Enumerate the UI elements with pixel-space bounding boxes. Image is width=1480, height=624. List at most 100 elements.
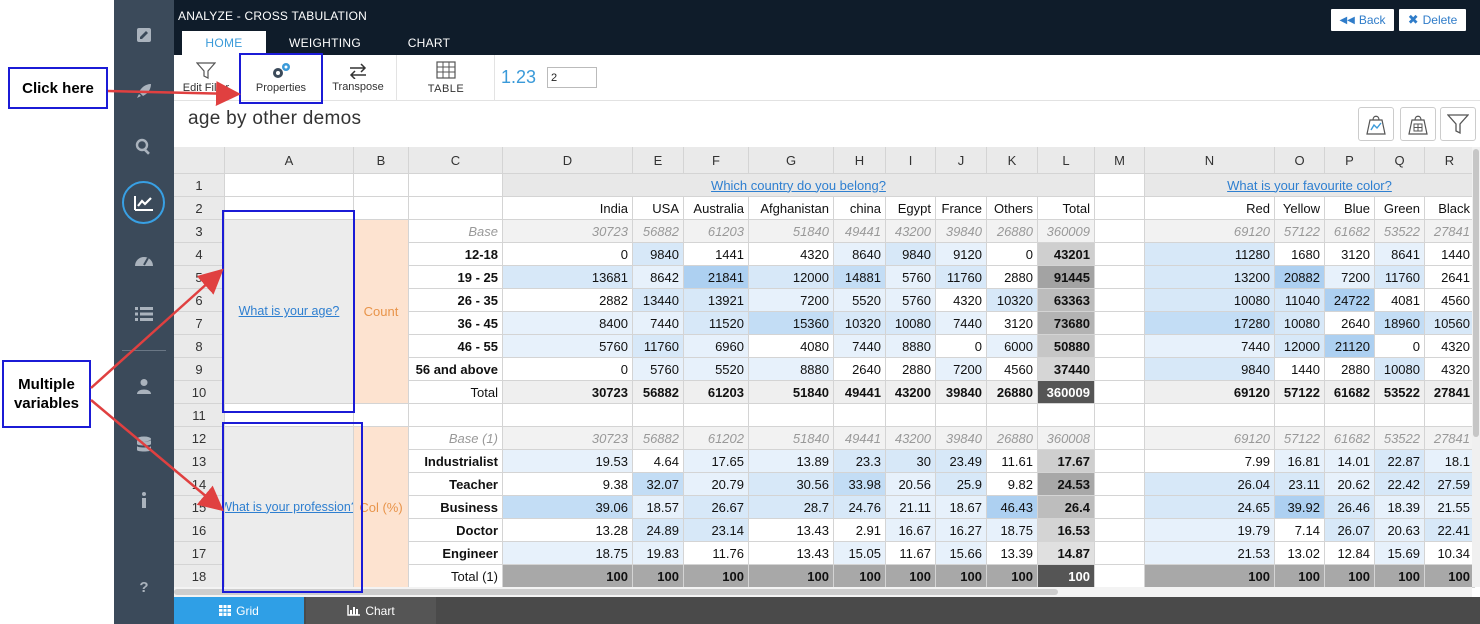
grid-cell [1095, 197, 1145, 220]
row-header-17[interactable]: 17 [174, 542, 225, 565]
column-header-L[interactable]: L [1038, 147, 1095, 174]
value-cell: 1441 [684, 243, 749, 266]
value-cell: 4320 [749, 243, 834, 266]
column-header-B[interactable]: B [354, 147, 409, 174]
value-cell: 27841 [1425, 427, 1475, 450]
column-header-C[interactable]: C [409, 147, 503, 174]
row-header-3[interactable]: 3 [174, 220, 225, 243]
row-header-15[interactable]: 15 [174, 496, 225, 519]
column-header-G[interactable]: G [749, 147, 834, 174]
grid-cell [1095, 381, 1145, 404]
ribbon-toolbar: Edit Filter Properties Transpose TABLE 1… [174, 55, 1480, 101]
column-header-Q[interactable]: Q [1375, 147, 1425, 174]
category-row-label: 19 - 25 [409, 266, 503, 289]
decimal-places-input[interactable] [547, 67, 597, 88]
page-title: age by other demos [188, 108, 362, 129]
search-icon[interactable] [114, 132, 174, 162]
filter-icon [1447, 114, 1469, 135]
grid-cell [633, 404, 684, 427]
column-header-R[interactable]: R [1425, 147, 1475, 174]
row-header-6[interactable]: 6 [174, 289, 225, 312]
color-header: Green [1375, 197, 1425, 220]
annotation-area: Click here Multiple variables [0, 0, 114, 624]
value-cell: 4560 [1425, 289, 1475, 312]
database-icon[interactable] [114, 430, 174, 460]
value-cell: 26880 [987, 220, 1038, 243]
back-button[interactable]: ◀◀ Back [1331, 9, 1394, 31]
row-header-5[interactable]: 5 [174, 266, 225, 289]
value-cell: 24.76 [834, 496, 886, 519]
edit-filter-button[interactable]: Edit Filter [174, 55, 238, 101]
properties-button[interactable]: Properties [240, 55, 322, 101]
user-icon[interactable] [114, 371, 174, 401]
row-header-9[interactable]: 9 [174, 358, 225, 381]
row-header-8[interactable]: 8 [174, 335, 225, 358]
filter-panel-button[interactable] [1440, 107, 1476, 141]
value-cell: 7440 [834, 335, 886, 358]
value-cell: 69120 [1145, 220, 1275, 243]
question-color-link[interactable]: What is your favourite color? [1145, 174, 1475, 197]
country-header: India [503, 197, 633, 220]
color-header: Red [1145, 197, 1275, 220]
rocket-icon[interactable] [114, 76, 174, 106]
info-icon[interactable] [114, 485, 174, 515]
value-cell: 100 [1425, 565, 1475, 588]
value-cell: 23.49 [936, 450, 987, 473]
column-header-M[interactable]: M [1095, 147, 1145, 174]
chart-lock-button[interactable] [1358, 107, 1394, 141]
row-header-18[interactable]: 18 [174, 565, 225, 588]
table-lock-button[interactable] [1400, 107, 1436, 141]
analyze-chart-icon[interactable] [122, 181, 165, 224]
grid-view-tab[interactable]: Grid [174, 597, 304, 624]
total-row-label: Total (1) [409, 565, 503, 588]
column-header-D[interactable]: D [503, 147, 633, 174]
edit-icon[interactable] [114, 20, 174, 50]
column-header-K[interactable]: K [987, 147, 1038, 174]
column-header-F[interactable]: F [684, 147, 749, 174]
row-header-1[interactable]: 1 [174, 174, 225, 197]
row-header-2[interactable]: 2 [174, 197, 225, 220]
row-header-11[interactable]: 11 [174, 404, 225, 427]
horizontal-scroll-thumb[interactable] [174, 589, 1058, 595]
row-header-7[interactable]: 7 [174, 312, 225, 335]
column-header-H[interactable]: H [834, 147, 886, 174]
row-header-16[interactable]: 16 [174, 519, 225, 542]
profession-variable-cell-label[interactable]: What is your profession? [225, 497, 353, 518]
vertical-scroll-thumb[interactable] [1473, 149, 1479, 437]
row-header-13[interactable]: 13 [174, 450, 225, 473]
row-header-12[interactable]: 12 [174, 427, 225, 450]
column-header-J[interactable]: J [936, 147, 987, 174]
row-header-4[interactable]: 4 [174, 243, 225, 266]
column-header-N[interactable]: N [1145, 147, 1275, 174]
table-button[interactable]: TABLE [406, 55, 486, 101]
value-cell: 61682 [1325, 381, 1375, 404]
chart-view-tab[interactable]: Chart [306, 597, 436, 624]
column-header-E[interactable]: E [633, 147, 684, 174]
table-icon [436, 61, 456, 79]
age-variable-cell[interactable]: What is your age? [225, 220, 354, 404]
column-header-O[interactable]: O [1275, 147, 1325, 174]
column-header-P[interactable]: P [1325, 147, 1375, 174]
horizontal-scrollbar[interactable] [174, 587, 1472, 597]
list-icon[interactable] [114, 299, 174, 329]
total-value-cell: 43201 [1038, 243, 1095, 266]
delete-button[interactable]: ✖ Delete [1399, 9, 1466, 31]
transpose-button[interactable]: Transpose [324, 55, 392, 101]
tab-home[interactable]: HOME [182, 31, 266, 55]
column-header-A[interactable]: A [225, 147, 354, 174]
value-cell: 15360 [749, 312, 834, 335]
vertical-scrollbar[interactable] [1472, 147, 1480, 587]
dashboard-gauge-icon[interactable] [114, 245, 174, 275]
row-header-10[interactable]: 10 [174, 381, 225, 404]
question-country-link[interactable]: Which country do you belong? [503, 174, 1095, 197]
profession-variable-cell[interactable]: What is your profession? [225, 427, 354, 588]
tab-weighting[interactable]: WEIGHTING [278, 31, 372, 55]
help-icon[interactable]: ? [114, 572, 174, 602]
age-variable-cell-label[interactable]: What is your age? [225, 301, 353, 322]
value-cell: 27841 [1425, 381, 1475, 404]
tab-chart[interactable]: CHART [386, 31, 472, 55]
row-header-14[interactable]: 14 [174, 473, 225, 496]
column-header-I[interactable]: I [886, 147, 936, 174]
grid-cell [409, 197, 503, 220]
total-value-cell: 63363 [1038, 289, 1095, 312]
